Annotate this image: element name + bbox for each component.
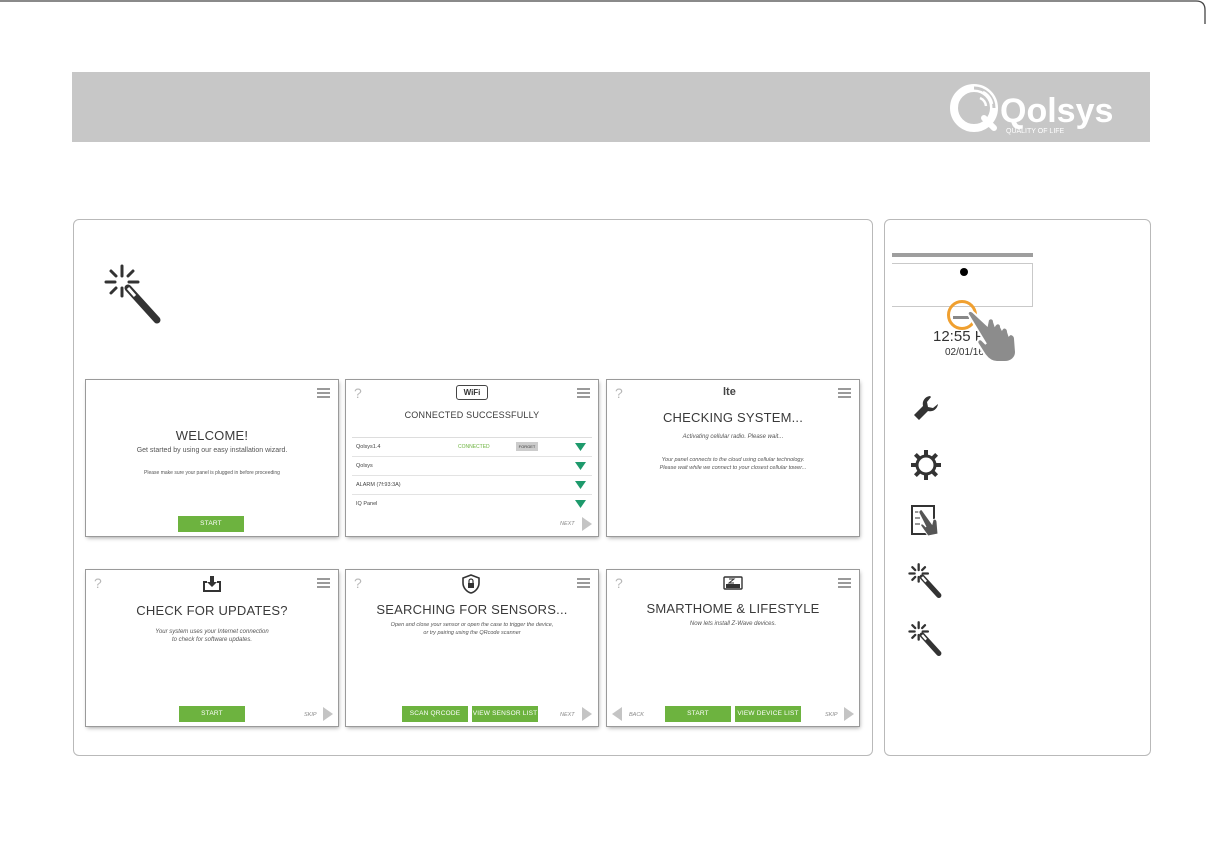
back-arrow-icon[interactable] — [612, 707, 622, 721]
lte-title: CHECKING SYSTEM... — [662, 410, 804, 425]
list-item[interactable]: ALARM (7f:93:3A) — [352, 476, 592, 495]
scan-qrcode-button[interactable]: SCAN QRCODE — [402, 706, 468, 722]
help-icon[interactable]: ? — [615, 575, 623, 591]
sensors-title: SEARCHING FOR SENSORS... — [376, 602, 568, 617]
updates-info-2: to check for software updates. — [171, 637, 253, 643]
menu-icon[interactable] — [317, 578, 330, 590]
menu-icon[interactable] — [577, 388, 590, 400]
updates-title: CHECK FOR UPDATES? — [136, 603, 288, 618]
updates-info-1: Your system uses your Internet connectio… — [155, 629, 269, 635]
smarthome-screen: ? SMARTHOME & LIFESTYLE Now lets install… — [607, 570, 859, 726]
wizard-wand-icon — [908, 563, 942, 598]
list-item[interactable]: Qolsys1.4 CONNECTED FORGET — [352, 438, 592, 457]
logo-wordmark: Qolsys — [1000, 92, 1113, 130]
download-icon — [203, 576, 221, 592]
smarthome-start-button[interactable]: START — [665, 706, 731, 722]
updates-start-button[interactable]: START — [179, 706, 245, 722]
lte-badge: lte — [723, 386, 736, 398]
skip-arrow-icon[interactable] — [844, 707, 854, 721]
next-arrow-icon[interactable] — [582, 517, 592, 531]
next-arrow-icon[interactable] — [582, 707, 592, 721]
menu-icon[interactable] — [838, 578, 851, 590]
qolsys-logo: Qolsys QUALITY OF LIFE — [950, 84, 1113, 135]
welcome-screen: WELCOME! Get started by using our easy i… — [86, 380, 338, 536]
navigation-steps-panel: 12:55 P 02/01/16 — [884, 219, 1151, 756]
zwave-icon — [723, 576, 743, 590]
panel-frame-top — [892, 253, 1033, 257]
list-item[interactable]: Qolsys — [352, 457, 592, 476]
shield-lock-icon — [462, 574, 480, 594]
menu-icon[interactable] — [577, 578, 590, 590]
welcome-title: WELCOME! — [175, 428, 249, 443]
welcome-start-button[interactable]: START — [178, 516, 244, 532]
help-icon[interactable]: ? — [354, 575, 362, 591]
wrench-icon — [914, 396, 938, 420]
welcome-note: Please make sure your panel is plugged i… — [144, 470, 280, 476]
camera-dot — [960, 268, 968, 276]
menu-icon[interactable] — [317, 388, 330, 400]
updates-screen: ? CHECK FOR UPDATES? Your system uses yo… — [86, 570, 338, 726]
wizard-wand-icon — [104, 264, 161, 324]
gear-icon — [911, 450, 941, 480]
lte-info-1: Your panel connects to the cloud using c… — [661, 457, 805, 463]
logo-tagline: QUALITY OF LIFE — [1006, 128, 1065, 135]
page-corner-line — [0, 0, 1206, 24]
view-sensor-list-button[interactable]: VIEW SENSOR LIST — [472, 706, 538, 722]
pointing-hand-icon — [966, 309, 1018, 363]
list-item[interactable]: IQ Panel — [352, 495, 592, 513]
wifi-signal-icon — [575, 481, 586, 489]
wifi-signal-icon — [575, 462, 586, 470]
smarthome-title: SMARTHOME & LIFESTYLE — [646, 601, 820, 616]
skip-arrow-icon[interactable] — [323, 707, 333, 721]
next-link[interactable]: NEXT — [560, 712, 575, 718]
lte-info-2: Please wait while we connect to your clo… — [659, 465, 807, 471]
skip-link[interactable]: SKIP — [825, 712, 838, 718]
smarthome-info: Now lets install Z-Wave devices. — [689, 621, 777, 627]
wizard-screens-panel: WELCOME! Get started by using our easy i… — [73, 219, 873, 756]
lte-status: Activating cellular radio. Please wait..… — [682, 434, 784, 440]
sensors-info-2: or try pairing using the QRcode scanner — [423, 630, 521, 636]
help-icon[interactable]: ? — [615, 385, 623, 401]
forget-button[interactable]: FORGET — [516, 442, 538, 451]
panel-frame-line — [892, 263, 1033, 264]
sensors-screen: ? SEARCHING FOR SENSORS... Open and clos… — [346, 570, 598, 726]
welcome-intro: Get started by using our easy installati… — [136, 447, 288, 454]
wizard-wand-icon — [908, 621, 942, 656]
next-link[interactable]: NEXT — [560, 521, 575, 527]
wifi-signal-icon — [575, 443, 586, 451]
wifi-screen: ? WiFi CONNECTED SUCCESSFULLY Qolsys1.4 … — [346, 380, 598, 536]
help-icon[interactable]: ? — [94, 575, 102, 591]
help-icon[interactable]: ? — [354, 385, 362, 401]
sensors-info-1: Open and close your sensor or open the c… — [390, 622, 554, 628]
lte-screen: ? lte CHECKING SYSTEM... Activating cell… — [607, 380, 859, 536]
view-device-list-button[interactable]: VIEW DEVICE LIST — [735, 706, 801, 722]
connected-status: CONNECTED — [458, 444, 490, 450]
menu-icon[interactable] — [838, 388, 851, 400]
wifi-badge: WiFi — [456, 385, 488, 400]
wifi-title: CONNECTED SUCCESSFULLY — [404, 410, 540, 420]
wifi-signal-icon — [575, 500, 586, 508]
back-link[interactable]: BACK — [629, 712, 644, 718]
installation-hand-icon — [911, 505, 939, 537]
wifi-network-list: Qolsys1.4 CONNECTED FORGET Qolsys ALARM … — [352, 437, 592, 512]
skip-link[interactable]: SKIP — [304, 712, 317, 718]
